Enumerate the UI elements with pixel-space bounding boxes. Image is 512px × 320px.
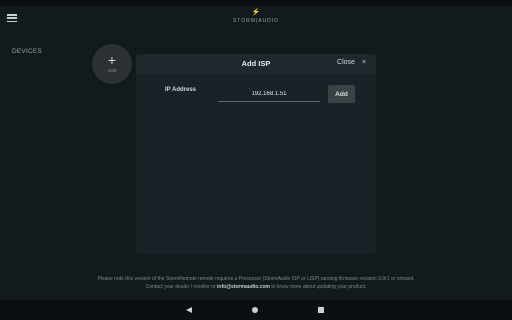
close-icon: × [361,59,366,66]
notice-line-2-suffix: to know more about updating your product… [269,284,367,290]
ip-address-input[interactable] [218,86,320,102]
home-circle-icon [252,307,258,313]
close-button[interactable]: Close × [337,59,366,66]
ip-address-label: IP Address [165,87,197,93]
plus-icon: + [107,52,117,68]
add-isp-dialog: Add ISP Close × IP Address Add [136,54,376,254]
notice-line-2: Contact your dealer / reseller or info@s… [0,283,512,291]
firmware-notice: Please note this version of the StormRem… [0,275,512,291]
add-device-button[interactable]: + ADD [92,44,132,84]
recents-nav-button[interactable] [318,305,324,316]
top-bar: ⚡ STORM|AUDIO [0,6,512,30]
add-button[interactable]: Add [328,85,355,103]
hamburger-menu-icon[interactable] [7,14,17,23]
dialog-header: Add ISP Close × [136,54,376,74]
notice-line-1: Please note this version of the StormRem… [97,276,415,282]
recents-square-icon [318,307,324,313]
stormaudio-logo: ⚡ STORM|AUDIO [226,9,286,29]
app-root: ⚡ STORM|AUDIO DEVICES + ADD Add ISP Clos… [0,0,512,320]
back-nav-button[interactable] [186,305,192,316]
notice-line-2-prefix: Contact your dealer / reseller or [145,284,218,290]
add-device-label: ADD [107,68,117,73]
logo-text: STORM|AUDIO [232,18,280,24]
support-email-link[interactable]: info@stormaudio.com [217,284,270,290]
close-label: Close [337,59,355,66]
lightning-icon: ⚡ [251,9,261,16]
home-nav-button[interactable] [252,305,258,316]
back-triangle-icon [186,306,192,313]
android-nav-bar [0,300,512,320]
devices-label: DEVICES [12,48,42,55]
